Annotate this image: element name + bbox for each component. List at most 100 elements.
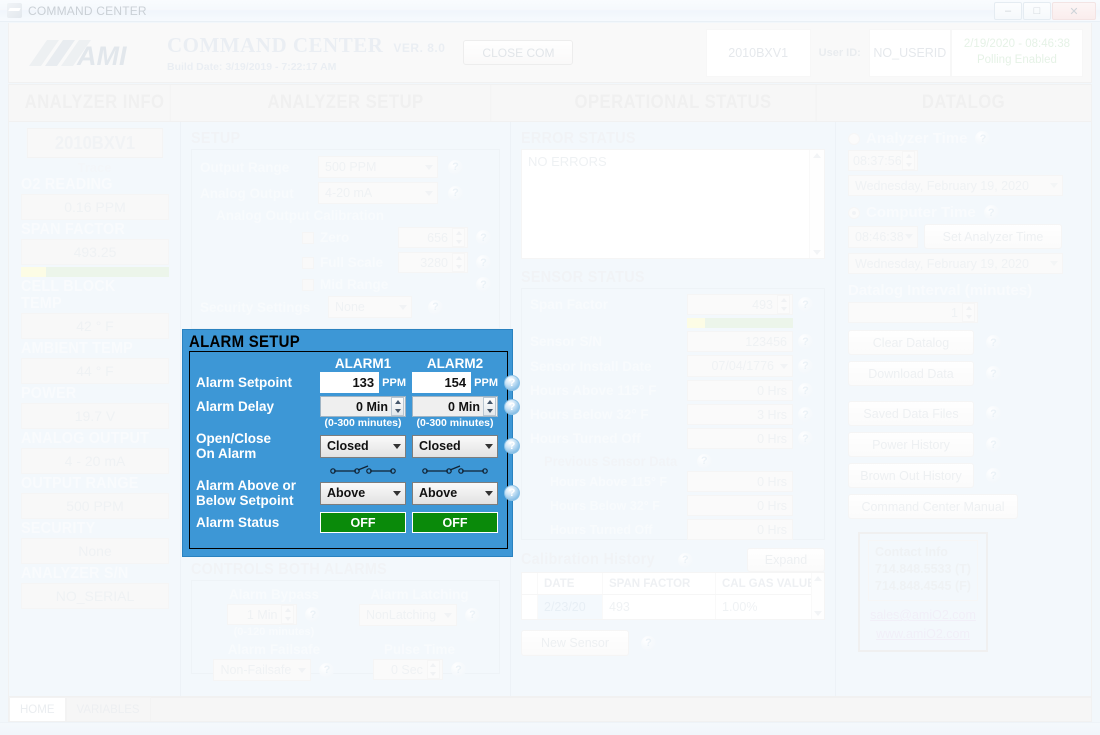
scroll-up-icon[interactable]	[813, 153, 821, 158]
spinner-arrows-icon[interactable]	[391, 397, 404, 416]
output-range-help-icon[interactable]: ?	[448, 159, 463, 175]
scroll-down-icon[interactable]	[814, 611, 822, 616]
hours-above-115-label: Hours Above 115° F	[530, 383, 657, 398]
mid-range-help-icon[interactable]: ?	[476, 277, 491, 292]
span-factor-help-icon[interactable]: ?	[798, 297, 813, 312]
pulse-time-help-icon[interactable]: ?	[450, 662, 466, 677]
alarm-delay-help-icon[interactable]: ?	[504, 398, 520, 415]
maximize-button[interactable]: □	[1023, 2, 1051, 20]
open-close-help-icon[interactable]: ?	[504, 438, 520, 454]
alarm2-setpoint-input[interactable]: 154	[412, 372, 472, 393]
full-scale-help-icon[interactable]: ?	[476, 255, 491, 270]
spinner-arrows-icon[interactable]	[483, 397, 496, 416]
hours-above-115-help-icon[interactable]: ?	[798, 383, 813, 398]
download-data-button[interactable]: Download Data	[848, 361, 974, 386]
brown-out-history-button[interactable]: Brown Out History	[848, 463, 974, 488]
scroll-up-icon[interactable]	[814, 576, 822, 581]
tab-variables[interactable]: VARIABLES	[65, 697, 151, 721]
new-sensor-help-icon[interactable]: ?	[641, 635, 656, 651]
sensor-sn-input[interactable]: 123456	[687, 331, 793, 352]
set-analyzer-time-button[interactable]: Set Analyzer Time	[924, 224, 1062, 249]
computer-time-select[interactable]: 08:46:38	[848, 225, 918, 248]
close-com-button[interactable]: CLOSE COM	[463, 40, 574, 65]
spinner-arrows-icon[interactable]	[426, 660, 440, 679]
new-sensor-button[interactable]: New Sensor	[521, 630, 629, 656]
alarm2-openclose-select[interactable]: Closed	[412, 434, 498, 458]
power-history-button[interactable]: Power History	[848, 432, 974, 457]
sensor-sn-help-icon[interactable]: ?	[798, 334, 813, 349]
alarm-bypass-spinner[interactable]: 1 Min	[227, 604, 298, 625]
brown-out-history-help-icon[interactable]: ?	[986, 468, 1001, 483]
expand-button[interactable]: Expand	[747, 548, 825, 572]
security-help-icon[interactable]: ?	[428, 299, 443, 315]
clear-datalog-help-icon[interactable]: ?	[986, 335, 1001, 350]
analog-output-select[interactable]: 4-20 mA	[318, 182, 438, 204]
alarm2-delay-spinner[interactable]: 0 Min	[412, 396, 498, 417]
alarm2-delay-value: 0 Min	[448, 399, 480, 414]
computer-time-radio[interactable]	[848, 206, 860, 219]
error-status-textarea[interactable]: NO ERRORS	[521, 149, 825, 259]
table-row[interactable]: 2/23/20 493 1.00%	[522, 595, 824, 619]
alarm1-abovebelow-select[interactable]: Above	[320, 481, 406, 505]
hours-below-32-help-icon[interactable]: ?	[798, 407, 813, 422]
alarm1-setpoint-input[interactable]: 133	[320, 372, 380, 393]
zero-help-icon[interactable]: ?	[476, 230, 491, 245]
span-factor-spinner[interactable]: 493	[687, 294, 793, 315]
spinner-arrows-icon[interactable]	[452, 228, 465, 247]
spinner-arrows-icon[interactable]	[281, 605, 295, 624]
sensor-install-date-select[interactable]: 07/04/1776	[687, 355, 793, 377]
analog-output-help-icon[interactable]: ?	[448, 185, 463, 201]
previous-sensor-data-help-icon[interactable]: ?	[696, 453, 712, 469]
scroll-down-icon[interactable]	[813, 250, 821, 255]
full-scale-checkbox[interactable]	[302, 256, 314, 269]
hours-turned-off-help-icon[interactable]: ?	[798, 431, 813, 446]
pulse-time-spinner[interactable]: 0 Sec	[372, 659, 443, 680]
alarm-latching-help-icon[interactable]: ?	[464, 607, 480, 623]
alarm-failsafe-help-icon[interactable]: ?	[319, 662, 335, 678]
power-history-help-icon[interactable]: ?	[986, 437, 1001, 452]
calibration-table-scrollbar[interactable]	[811, 573, 824, 619]
contact-website-link[interactable]: www.amiO2.com	[868, 625, 978, 644]
command-center-manual-button[interactable]: Command Center Manual	[848, 494, 1018, 519]
alarm-setpoint-help-icon[interactable]: ?	[504, 374, 520, 391]
clear-datalog-button[interactable]: Clear Datalog	[848, 330, 974, 355]
spinner-arrows-icon[interactable]	[962, 303, 975, 322]
spinner-arrows-icon[interactable]	[902, 151, 915, 170]
saved-data-files-help-icon[interactable]: ?	[986, 406, 1001, 421]
spinner-arrows-icon[interactable]	[452, 253, 465, 272]
output-range-select[interactable]: 500 PPM	[318, 156, 438, 178]
alarm1-openclose-select[interactable]: Closed	[320, 434, 406, 458]
mid-range-checkbox[interactable]	[302, 278, 314, 291]
alarm1-delay-spinner[interactable]: 0 Min	[320, 396, 406, 417]
calibration-history-help-icon[interactable]: ?	[677, 552, 693, 568]
close-button[interactable]: ✕	[1052, 2, 1096, 20]
analyzer-time-spinner[interactable]: 08:37:56	[848, 150, 918, 171]
security-settings-select[interactable]: None	[328, 296, 412, 318]
saved-data-files-button[interactable]: Saved Data Files	[848, 401, 974, 426]
tab-home[interactable]: HOME	[9, 697, 66, 721]
above-below-help-icon[interactable]: ?	[504, 485, 520, 501]
sensor-install-date-help-icon[interactable]: ?	[798, 358, 813, 374]
hours-below-32-label: Hours Below 32° F	[530, 407, 649, 422]
error-status-scrollbar[interactable]	[809, 150, 824, 258]
spinner-arrows-icon[interactable]	[777, 295, 790, 314]
alarm-bypass-help-icon[interactable]: ?	[305, 607, 321, 622]
analyzer-time-help-icon[interactable]: ?	[975, 131, 991, 146]
alarm2-delay-note: (0-300 minutes)	[416, 417, 494, 429]
app-logo-icon	[7, 3, 22, 18]
computer-date-select[interactable]: Wednesday, February 19, 2020	[848, 253, 1063, 274]
alarm2-abovebelow-select[interactable]: Above	[412, 481, 498, 505]
alarm-failsafe-select[interactable]: Non-Failsafe	[213, 659, 312, 681]
full-scale-spinner[interactable]: 3280	[398, 252, 468, 273]
minimize-button[interactable]: –	[994, 2, 1022, 20]
contact-email-link[interactable]: sales@amiO2.com	[868, 606, 978, 625]
computer-time-help-icon[interactable]: ?	[983, 205, 999, 220]
analyzer-date-select[interactable]: Wednesday, February 19, 2020	[848, 175, 1063, 196]
zero-checkbox[interactable]	[302, 231, 314, 244]
datalog-interval-spinner[interactable]: 1	[848, 302, 978, 323]
zero-spinner[interactable]: 656	[398, 227, 468, 248]
download-data-help-icon[interactable]: ?	[986, 366, 1001, 381]
calibration-history-table[interactable]: DATE SPAN FACTOR CAL GAS VALUE 2/23/20 4…	[521, 572, 825, 620]
analyzer-time-radio[interactable]	[848, 132, 860, 145]
alarm-latching-select[interactable]: NonLatching	[358, 604, 457, 626]
